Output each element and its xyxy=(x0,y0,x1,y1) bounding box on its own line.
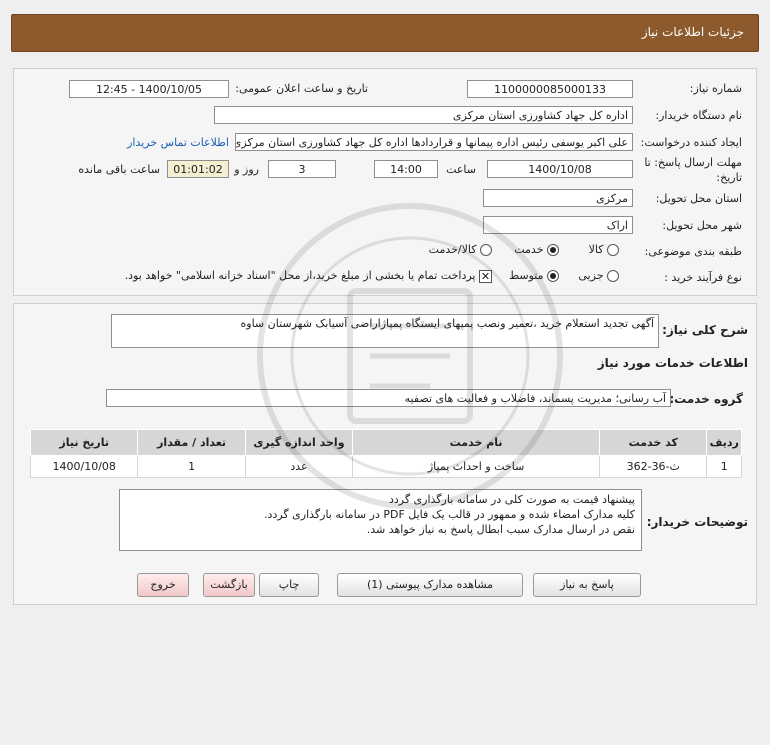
description-label: شرح کلی نیاز: xyxy=(662,323,748,337)
buyer-org-label: نام دستگاه خریدار: xyxy=(655,109,742,122)
province-field: مرکزی xyxy=(483,189,633,207)
days-label: روز و xyxy=(234,163,259,176)
reply-button[interactable]: پاسخ به نیاز xyxy=(533,573,641,597)
category-option-both[interactable]: کالا/خدمت xyxy=(429,243,492,256)
days-field: 3 xyxy=(268,160,336,178)
payment-option[interactable]: ✕ پرداخت تمام یا بخشی از مبلغ خرید،از مح… xyxy=(125,269,492,283)
province-label: استان محل تحویل: xyxy=(655,192,742,205)
col-row: ردیف xyxy=(706,429,742,456)
cell-need-date: 1400/10/08 xyxy=(29,455,139,478)
city-field: اراک xyxy=(483,216,633,234)
buyer-notes-field: پیشنهاد قیمت به صورت کلی در سامانه بارگذ… xyxy=(119,489,642,551)
deadline-time-field: 14:00 xyxy=(374,160,438,178)
category-both-label: کالا/خدمت xyxy=(428,243,477,256)
exit-button[interactable]: خروج xyxy=(137,573,189,597)
remaining-time-field: 01:01:02 xyxy=(167,160,229,178)
process-label: نوع فرآیند خرید : xyxy=(664,271,742,284)
announce-label: تاریخ و ساعت اعلان عمومی: xyxy=(235,82,368,95)
service-group-field: آب رسانی؛ مدیریت پسماند، فاضلاب و فعالیت… xyxy=(106,389,671,407)
creator-field: علی اکبر یوسفی رئیس اداره پیمانها و قرار… xyxy=(235,133,633,151)
services-title: اطلاعات خدمات مورد نیاز xyxy=(597,356,748,370)
need-number-label: شماره نیاز: xyxy=(689,82,742,95)
col-need-date: تاریخ نیاز xyxy=(29,429,139,456)
service-group-label: گروه خدمت: xyxy=(669,392,743,406)
process-minor-label: جزیی xyxy=(578,269,604,282)
buyer-contact-link[interactable]: اطلاعات تماس خریدار xyxy=(127,136,229,149)
note-line: کلیه مدارک امضاء شده و ممهور در قالب یک … xyxy=(264,508,635,521)
category-service-radio[interactable] xyxy=(547,244,559,256)
print-button[interactable]: چاپ xyxy=(259,573,319,597)
cell-row: 1 xyxy=(706,455,742,478)
buyer-notes-label: توضیحات خریدار: xyxy=(646,515,748,529)
table-row: 1 ث-36-362 ساخت و احداث پمپاژ عدد 1 1400… xyxy=(29,455,742,478)
col-quantity: تعداد / مقدار xyxy=(137,429,246,456)
need-number-field: 1100000085000133 xyxy=(467,80,633,98)
category-both-radio[interactable] xyxy=(480,244,492,256)
need-info-panel: شماره نیاز: 1100000085000133 تاریخ و ساع… xyxy=(13,68,757,296)
note-line: نقص در ارسال مدارک سبب ابطال پاسخ به نیا… xyxy=(366,523,635,536)
payment-checkbox[interactable]: ✕ xyxy=(479,269,492,283)
process-option-minor[interactable]: جزیی xyxy=(578,269,619,282)
cell-service-code: ث-36-362 xyxy=(599,455,708,478)
description-field: آگهی تجدید استعلام خرید ،تعمیر ونصب پمپه… xyxy=(111,314,659,348)
cell-unit: عدد xyxy=(244,455,354,478)
note-line: پیشنهاد قیمت به صورت کلی در سامانه بارگذ… xyxy=(388,493,635,506)
category-label: طبقه بندی موضوعی: xyxy=(644,245,742,258)
process-medium-label: متوسط xyxy=(508,269,544,282)
creator-label: ایجاد کننده درخواست: xyxy=(640,136,742,149)
page-header: جزئیات اطلاعات نیاز xyxy=(11,14,759,52)
announce-field: 1400/10/05 - 12:45 xyxy=(69,80,229,98)
services-table: ردیف کد خدمت نام خدمت واحد اندازه گیری ت… xyxy=(29,429,742,478)
category-option-goods[interactable]: کالا xyxy=(589,243,619,256)
city-label: شهر محل تحویل: xyxy=(662,219,742,232)
back-button[interactable]: بازگشت xyxy=(203,573,255,597)
col-service-name: نام خدمت xyxy=(352,429,601,456)
remaining-label: ساعت باقی مانده xyxy=(78,163,160,176)
page-title: جزئیات اطلاعات نیاز xyxy=(641,25,744,39)
category-option-service[interactable]: خدمت xyxy=(514,243,559,256)
process-medium-radio[interactable] xyxy=(547,270,559,282)
table-header-row: ردیف کد خدمت نام خدمت واحد اندازه گیری ت… xyxy=(29,429,742,456)
need-details-panel: شرح کلی نیاز: آگهی تجدید استعلام خرید ،ت… xyxy=(13,303,757,605)
process-option-medium[interactable]: متوسط xyxy=(509,269,559,282)
deadline-date-field: 1400/10/08 xyxy=(487,160,633,178)
col-unit: واحد اندازه گیری xyxy=(244,429,354,456)
category-service-label: خدمت xyxy=(514,243,544,256)
col-service-code: کد خدمت xyxy=(599,429,708,456)
cell-service-name: ساخت و احداث پمپاژ xyxy=(352,455,601,478)
category-goods-radio[interactable] xyxy=(607,244,619,256)
payment-note: پرداخت تمام یا بخشی از مبلغ خرید،از محل … xyxy=(124,269,476,282)
deadline-label: مهلت ارسال پاسخ: تا xyxy=(644,156,742,169)
time-label: ساعت xyxy=(446,163,476,176)
process-minor-radio[interactable] xyxy=(607,270,619,282)
attachments-button[interactable]: مشاهده مدارک پیوستی (1) xyxy=(337,573,523,597)
category-goods-label: کالا xyxy=(588,243,604,256)
cell-quantity: 1 xyxy=(137,455,246,478)
deadline-date-label: تاریخ: xyxy=(716,171,742,184)
buyer-org-field: اداره کل جهاد کشاورزی استان مرکزی xyxy=(214,106,633,124)
